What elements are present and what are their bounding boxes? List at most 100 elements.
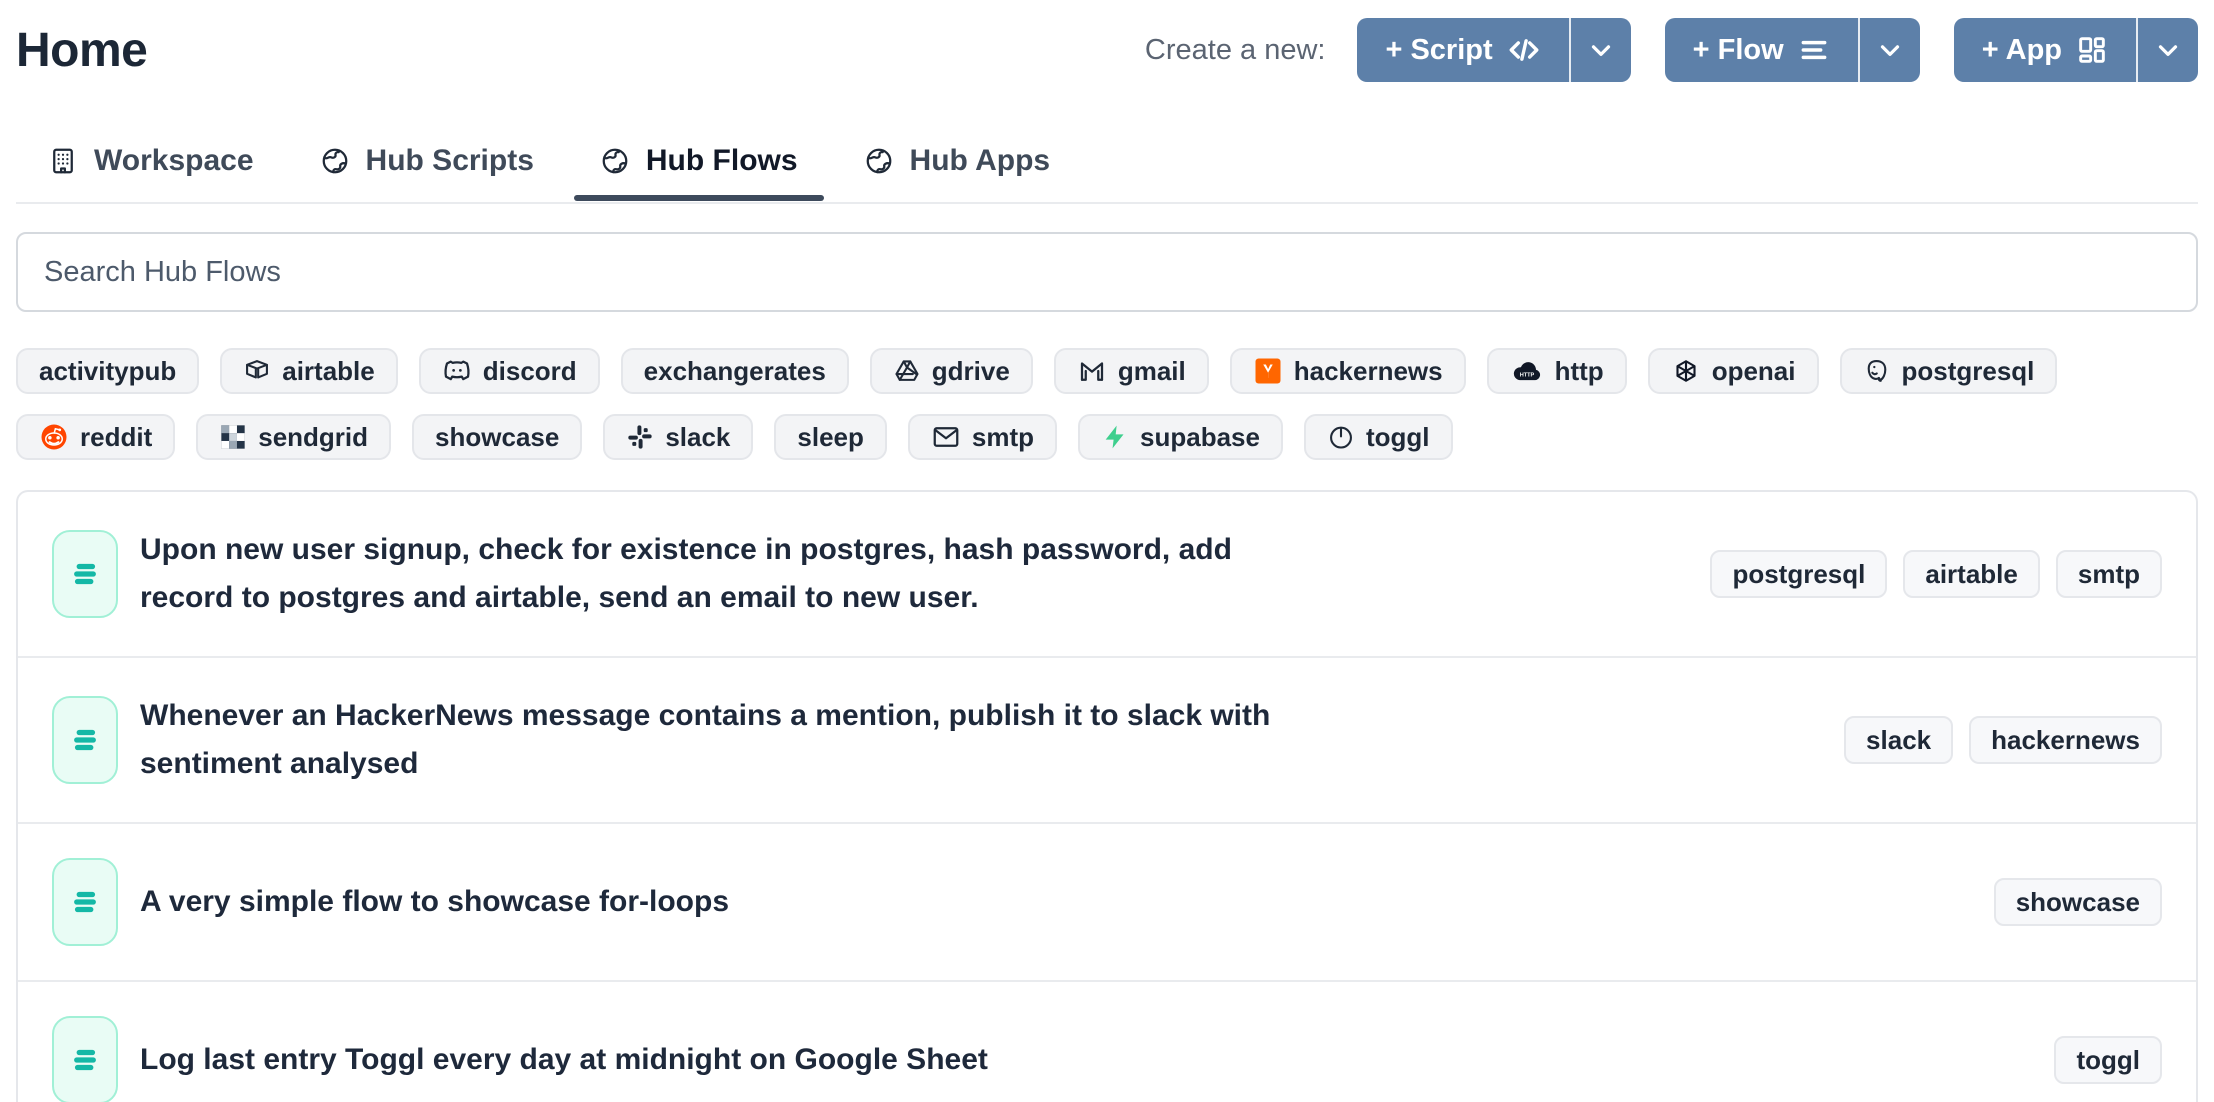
code-icon [1507,33,1541,67]
filter-chip-discord[interactable]: discord [419,348,600,394]
filter-chip-label: http [1555,356,1604,387]
chevron-down-icon[interactable] [1858,18,1920,82]
chevron-down-icon[interactable] [1569,18,1631,82]
filter-chip-toggl[interactable]: toggl [1304,414,1453,460]
filter-chip-list: activitypub airtable discord exchangerat… [16,348,2198,460]
flow-title: Log last entry Toggl every day at midnig… [140,1036,988,1084]
filter-chip-label: slack [665,422,730,453]
flow-tag-badge: showcase [1994,878,2162,926]
grid-layout-icon [2076,34,2108,66]
flow-icon [52,858,118,946]
tab-hub-flows[interactable]: Hub Flows [600,144,798,202]
filter-chip-label: supabase [1140,422,1260,453]
filter-chip-label: hackernews [1294,356,1443,387]
tab-label: Hub Apps [910,144,1051,178]
supabase-icon [1101,423,1129,451]
postgresql-icon [1863,356,1891,386]
create-button-label: + Flow [1693,34,1784,67]
filter-chip-gmail[interactable]: gmail [1054,348,1209,394]
filter-chip-http[interactable]: HTTP http [1487,348,1627,394]
chevron-down-icon[interactable] [2136,18,2198,82]
flow-list-item[interactable]: Whenever an HackerNews message contains … [18,656,2196,822]
filter-chip-label: gdrive [932,356,1010,387]
filter-chip-label: toggl [1366,422,1430,453]
flow-tags: slack hackernews [1844,716,2162,764]
envelope-icon [931,422,961,452]
filter-chip-airtable[interactable]: airtable [220,348,398,394]
filter-chip-supabase[interactable]: supabase [1078,414,1283,460]
globe-icon [320,146,350,176]
filter-chip-label: sleep [797,422,864,453]
gmail-icon [1077,356,1107,386]
reddit-icon [39,422,69,452]
flow-list-item[interactable]: Log last entry Toggl every day at midnig… [18,980,2196,1102]
filter-chip-slack[interactable]: slack [603,414,753,460]
tab-hub-apps[interactable]: Hub Apps [864,144,1051,202]
create-flow-button[interactable]: + Flow [1665,18,1920,82]
filter-chip-openai[interactable]: openai [1648,348,1819,394]
create-button-label: + Script [1385,34,1492,67]
tab-label: Hub Flows [646,144,798,178]
flow-title: A very simple flow to showcase for-loops [140,878,729,926]
hackernews-icon [1253,356,1283,386]
page-header: Home Create a new: + Script + Flow + App [16,16,2198,84]
create-app-button[interactable]: + App [1954,18,2198,82]
filter-chip-label: activitypub [39,356,176,387]
filter-chip-smtp[interactable]: smtp [908,414,1057,460]
discord-icon [442,356,472,386]
filter-chip-label: gmail [1118,356,1186,387]
globe-icon [600,146,630,176]
filter-chip-activitypub[interactable]: activitypub [16,348,199,394]
tab-label: Hub Scripts [366,144,534,178]
flow-tag-badge: toggl [2054,1036,2162,1084]
flow-tags: postgresqlairtablesmtp [1710,550,2162,598]
page-title: Home [16,23,147,78]
svg-text:HTTP: HTTP [1519,373,1534,379]
building-icon [48,146,78,176]
filter-chip-label: postgresql [1902,356,2035,387]
flow-tag-badge: hackernews [1969,716,2162,764]
create-button-label: + App [1982,34,2062,67]
filter-chip-label: exchangerates [644,356,826,387]
search-bar [16,232,2198,312]
filter-chip-gdrive[interactable]: gdrive [870,348,1033,394]
filter-chip-label: reddit [80,422,152,453]
bars-icon [1798,34,1830,66]
create-new-group: Create a new: + Script + Flow + App [1145,18,2198,82]
http-cloud-icon: HTTP [1510,356,1544,386]
tab-label: Workspace [94,144,254,178]
sendgrid-icon [219,423,247,451]
flow-tags: showcase [1994,878,2162,926]
flow-icon [52,1016,118,1102]
hub-flows-list: Upon new user signup, check for existenc… [16,490,2198,1102]
filter-chip-exchangerates[interactable]: exchangerates [621,348,849,394]
filter-chip-label: discord [483,356,577,387]
filter-chip-sleep[interactable]: sleep [774,414,887,460]
toggl-icon [1327,423,1355,451]
filter-chip-showcase[interactable]: showcase [412,414,582,460]
search-input[interactable] [16,232,2198,312]
flow-title: Upon new user signup, check for existenc… [140,526,1290,622]
tab-hub-scripts[interactable]: Hub Scripts [320,144,534,202]
slack-icon [626,423,654,451]
create-script-button[interactable]: + Script [1357,18,1630,82]
filter-chip-reddit[interactable]: reddit [16,414,175,460]
home-page: Home Create a new: + Script + Flow + App [0,0,2214,1102]
tab-workspace[interactable]: Workspace [48,144,254,202]
filter-chip-postgresql[interactable]: postgresql [1840,348,2058,394]
filter-chip-label: smtp [972,422,1034,453]
flow-icon [52,696,118,784]
flow-tag-badge: smtp [2056,550,2162,598]
filter-chip-label: openai [1712,356,1796,387]
flow-list-item[interactable]: A very simple flow to showcase for-loops… [18,822,2196,980]
filter-chip-hackernews[interactable]: hackernews [1230,348,1466,394]
flow-tag-badge: slack [1844,716,1953,764]
flow-list-item[interactable]: Upon new user signup, check for existenc… [18,492,2196,656]
flow-tag-badge: postgresql [1710,550,1887,598]
flow-title: Whenever an HackerNews message contains … [140,692,1290,788]
create-new-label: Create a new: [1145,34,1326,67]
openai-icon [1671,356,1701,386]
filter-chip-label: airtable [282,356,375,387]
flow-tags: toggl [2054,1036,2162,1084]
filter-chip-sendgrid[interactable]: sendgrid [196,414,391,460]
